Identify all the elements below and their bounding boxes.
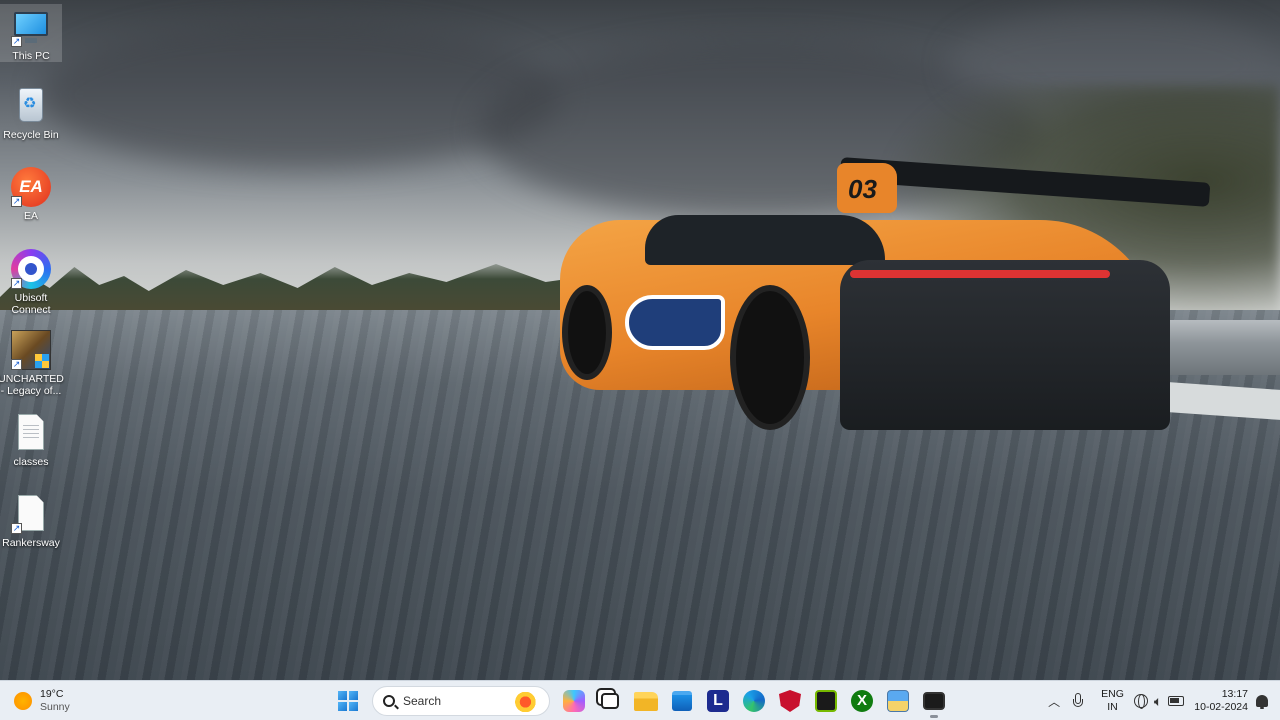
- notification-bell-icon[interactable]: [1256, 695, 1268, 709]
- desktop-icon-this-pc[interactable]: ↗ This PC: [0, 4, 62, 62]
- desktop-icon-label: Recycle Bin: [3, 129, 59, 141]
- edge-button[interactable]: [736, 683, 772, 719]
- sun-icon: [14, 692, 32, 710]
- monitor-app-icon: [923, 692, 945, 710]
- desktop-icon-rankersway[interactable]: ↗ Rankersway: [0, 494, 62, 549]
- running-indicator: [930, 715, 938, 718]
- desktop-icon-label: This PC: [12, 50, 50, 62]
- clock-time: 13:17: [1221, 688, 1248, 700]
- uncharted-game-icon: ↗: [11, 330, 51, 370]
- store-icon: [672, 691, 692, 711]
- desktop-icon-classes[interactable]: classes: [0, 413, 62, 468]
- system-tray: ︿ ENG IN 🔈︎ 13:17 10-02-2024: [1043, 681, 1268, 720]
- input-language-button[interactable]: ENG IN: [1101, 688, 1124, 714]
- clock-date: 10-02-2024: [1194, 701, 1248, 713]
- shortcut-arrow-icon: ↗: [11, 278, 22, 289]
- taillight: [850, 270, 1110, 278]
- car-cabin: [645, 215, 885, 265]
- paint-icon: [887, 690, 909, 712]
- chevron-up-icon: ︿: [1048, 694, 1061, 709]
- desktop-wallpaper: 03: [0, 0, 1280, 680]
- folder-icon: [634, 691, 658, 711]
- cloud: [40, 20, 560, 170]
- desktop-icon-label: classes: [13, 456, 49, 468]
- desktop-icon-label: UNCHARTED - Legacy of...: [0, 373, 64, 397]
- taskbar-search[interactable]: Search: [372, 686, 550, 716]
- shortcut-arrow-icon: ↗: [11, 359, 22, 370]
- shortcut-arrow-icon: ↗: [11, 196, 22, 207]
- copilot-icon: [563, 690, 585, 712]
- text-file-icon: [11, 413, 51, 453]
- desktop-icon-label: Rankersway: [2, 537, 60, 549]
- desktop-icon-ea[interactable]: EA ↗ EA: [0, 167, 62, 222]
- weather-widget[interactable]: 19°C Sunny: [14, 687, 70, 715]
- monitor-app-button[interactable]: [916, 683, 952, 719]
- windows-logo-icon: [338, 691, 358, 711]
- ea-app-icon: EA ↗: [11, 167, 51, 207]
- nvidia-button[interactable]: [808, 683, 844, 719]
- car-livery: [625, 295, 725, 350]
- desktop-icon-label: EA: [23, 210, 38, 222]
- front-wheel: [562, 285, 612, 380]
- this-pc-icon: ↗: [11, 8, 51, 47]
- language-region: IN: [1107, 701, 1118, 713]
- lenovo-button[interactable]: L: [700, 683, 736, 719]
- language-code: ENG: [1101, 688, 1124, 700]
- taskbar-apps: Search L X: [330, 681, 952, 720]
- desktop-icon-recycle-bin[interactable]: ♻ Recycle Bin: [0, 86, 62, 141]
- paint-button[interactable]: [880, 683, 916, 719]
- mcafee-icon: [779, 690, 801, 712]
- clock[interactable]: 13:17 10-02-2024: [1194, 688, 1248, 714]
- network-globe-icon: [1133, 694, 1148, 709]
- battery-icon: [1168, 696, 1185, 706]
- microphone-button[interactable]: [1065, 688, 1091, 714]
- nvidia-icon: [815, 690, 837, 712]
- recycle-bin-icon: ♻: [11, 86, 51, 126]
- shortcut-arrow-icon: ↗: [11, 36, 22, 47]
- taskbar: 19°C Sunny Search L X ︿ ENG IN 🔈︎ 13:17 …: [0, 680, 1280, 720]
- xbox-icon: X: [851, 690, 873, 712]
- search-icon: [383, 695, 395, 707]
- file-shortcut-icon: ↗: [11, 494, 51, 534]
- weather-condition: Sunny: [40, 701, 70, 713]
- start-button[interactable]: [330, 683, 366, 719]
- desktop-icon-uncharted[interactable]: ↗ UNCHARTED - Legacy of...: [0, 330, 64, 397]
- car-number: 03: [848, 174, 877, 204]
- task-view-button[interactable]: [592, 683, 628, 719]
- race-car: 03: [550, 157, 1220, 440]
- rear-wheel: [730, 285, 810, 430]
- edge-icon: [743, 690, 765, 712]
- microsoft-store-button[interactable]: [664, 683, 700, 719]
- search-placeholder: Search: [403, 694, 442, 708]
- copilot-button[interactable]: [556, 683, 592, 719]
- lenovo-l-icon: L: [707, 690, 729, 712]
- car-rear: [840, 260, 1170, 430]
- quick-settings-button[interactable]: 🔈︎: [1133, 692, 1185, 710]
- search-highlight-icon: [515, 692, 541, 712]
- volume-icon: 🔈︎: [1153, 692, 1163, 709]
- shortcut-arrow-icon: ↗: [11, 523, 22, 534]
- desktop-icon-label: Ubisoft Connect: [11, 292, 51, 316]
- weather-temperature: 19°C: [40, 688, 64, 700]
- mcafee-button[interactable]: [772, 683, 808, 719]
- desktop-icon-ubisoft-connect[interactable]: ↗ Ubisoft Connect: [0, 249, 62, 316]
- task-view-icon: [601, 693, 619, 709]
- file-explorer-button[interactable]: [628, 683, 664, 719]
- show-hidden-icons-button[interactable]: ︿: [1043, 693, 1065, 710]
- ubisoft-connect-icon: ↗: [11, 249, 51, 289]
- xbox-button[interactable]: X: [844, 683, 880, 719]
